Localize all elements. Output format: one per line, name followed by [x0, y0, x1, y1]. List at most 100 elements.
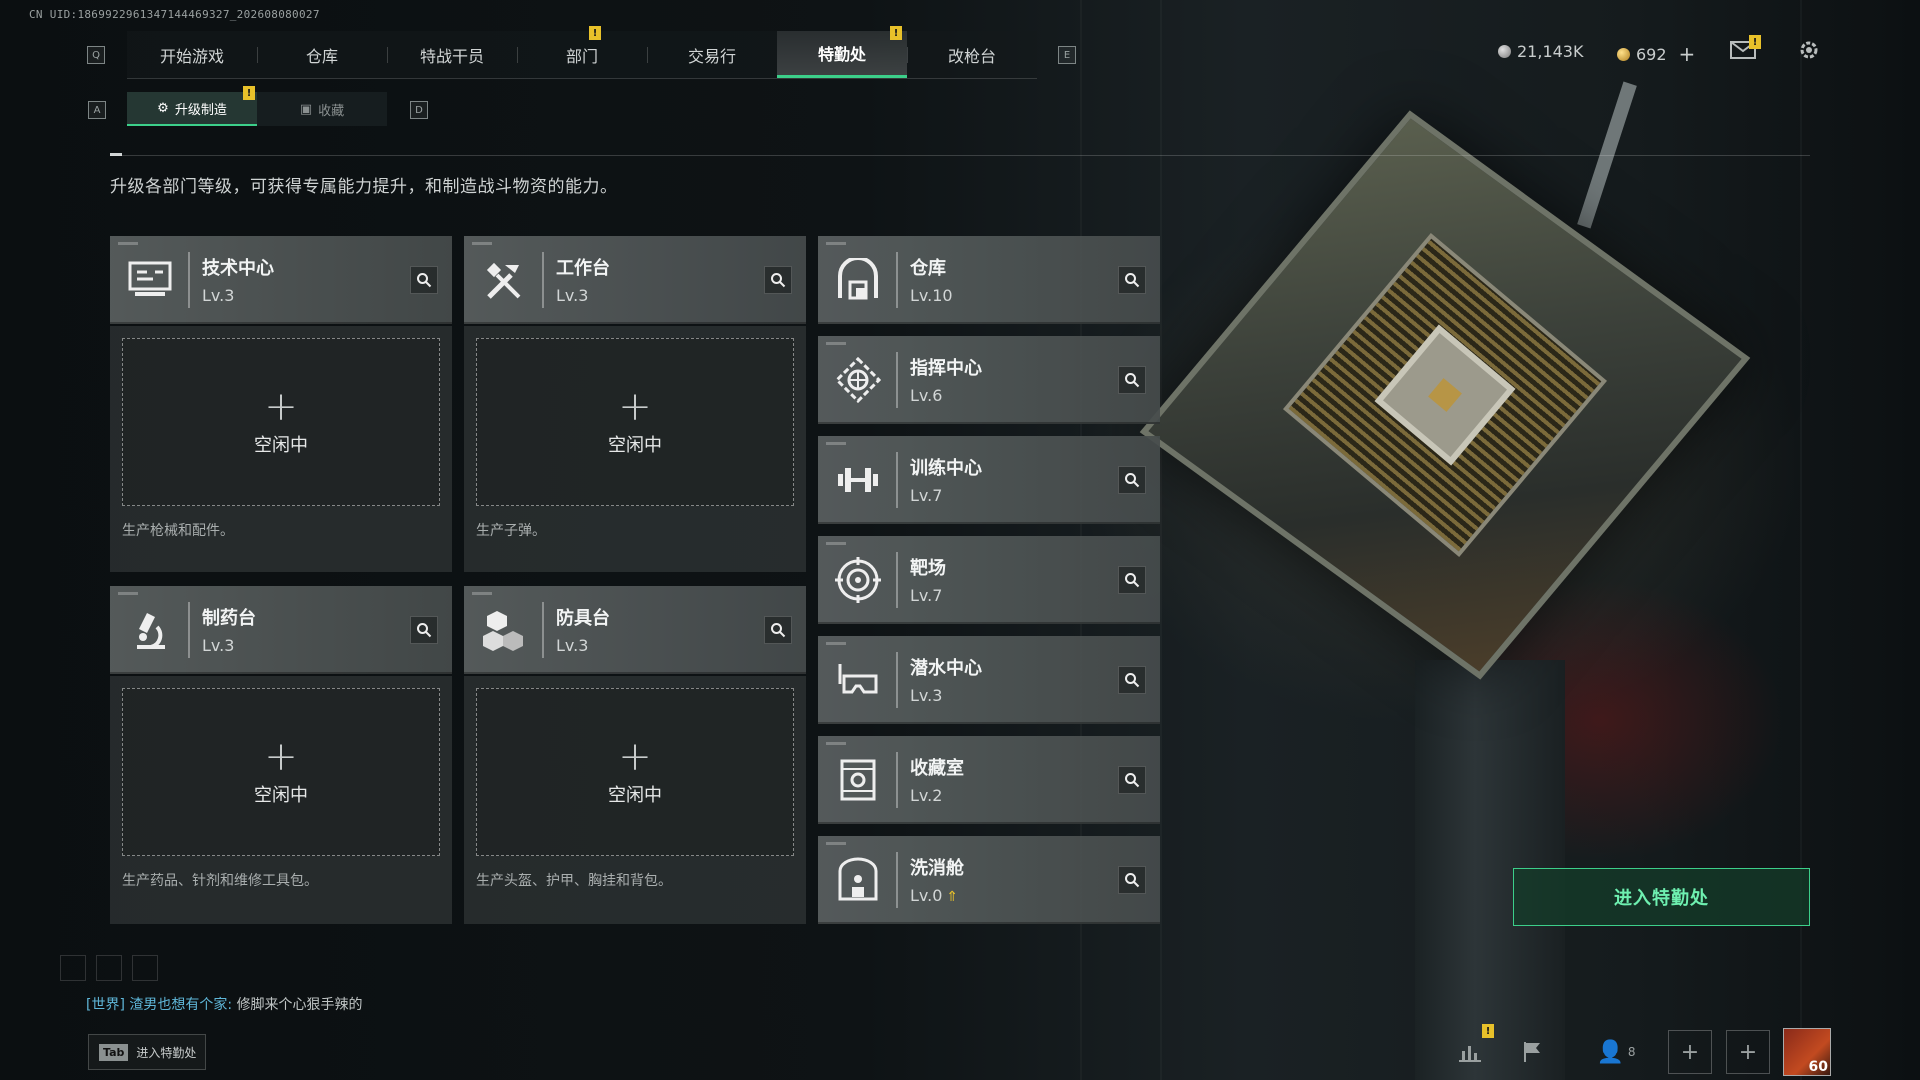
- search-icon[interactable]: [764, 616, 792, 644]
- empty-slot[interactable]: + 空闲中: [122, 338, 440, 506]
- production-panel: + 空闲中 生产头盔、护甲、胸挂和背包。: [464, 676, 806, 924]
- facility-card-training-center[interactable]: 训练中心 Lv.7: [818, 436, 1160, 524]
- tab-enter-hint[interactable]: Tab 进入特勤处: [88, 1034, 206, 1070]
- intro-text: 升级各部门等级，可获得专属能力提升，和制造战斗物资的能力。: [110, 177, 618, 197]
- search-icon[interactable]: [1118, 866, 1146, 894]
- enter-special-ops-button[interactable]: 进入特勤处: [1513, 868, 1810, 926]
- chat-channel: [世界]: [86, 997, 125, 1013]
- monitor-icon: [124, 254, 176, 306]
- add-team-slot-button[interactable]: +: [1668, 1030, 1712, 1074]
- dept-level: Lv.3: [202, 286, 235, 305]
- facility-card-decon-chamber[interactable]: 洗消舱 Lv.0 ⇑: [818, 836, 1160, 924]
- dept-card-tech-center[interactable]: 技术中心 Lv.3: [110, 236, 452, 324]
- facility-card-warehouse[interactable]: 仓库 Lv.10: [818, 236, 1160, 324]
- facility-name: 训练中心: [910, 458, 982, 479]
- warehouse-icon: [832, 254, 884, 306]
- search-icon[interactable]: [1118, 566, 1146, 594]
- facility-level: Lv.0 ⇑: [910, 886, 959, 905]
- search-icon[interactable]: [764, 266, 792, 294]
- empty-slot[interactable]: + 空闲中: [122, 688, 440, 856]
- main-nav: 开始游戏 仓库 特战干员 部门 ! 交易行 特勤处 ! 改枪台: [127, 26, 1037, 79]
- gear-icon[interactable]: [1795, 38, 1823, 62]
- search-icon[interactable]: [1118, 366, 1146, 394]
- dept-description: 生产药品、针剂和维修工具包。: [122, 873, 318, 889]
- tools-icon: [478, 254, 530, 306]
- friends-count: 8: [1627, 1045, 1636, 1059]
- gold-currency[interactable]: 692 +: [1617, 42, 1695, 66]
- dept-level: Lv.3: [202, 636, 235, 655]
- facility-name: 靶场: [910, 558, 946, 579]
- diving-mask-icon: [832, 654, 884, 706]
- chat-sender[interactable]: 渣男也想有个家:: [129, 997, 232, 1013]
- command-icon: [832, 354, 884, 406]
- dept-card-workbench[interactable]: 工作台 Lv.3: [464, 236, 806, 324]
- facility-level: Lv.6: [910, 386, 943, 405]
- add-team-slot-button[interactable]: +: [1726, 1030, 1770, 1074]
- notification-badge: !: [1749, 35, 1761, 49]
- facility-card-diving-center[interactable]: 潜水中心 Lv.3: [818, 636, 1160, 724]
- collection-icon: [832, 754, 884, 806]
- sub-nav: ⚙ 升级制造 ! ▣ 收藏: [127, 86, 387, 126]
- facility-card-collection-room[interactable]: 收藏室 Lv.2: [818, 736, 1160, 824]
- silver-coin-icon: [1498, 45, 1511, 58]
- dept-level: Lv.3: [556, 286, 589, 305]
- avatar[interactable]: 60: [1783, 1028, 1831, 1076]
- facility-name: 洗消舱: [910, 858, 964, 879]
- search-icon[interactable]: [1118, 666, 1146, 694]
- facility-name: 仓库: [910, 258, 946, 279]
- mail-icon[interactable]: !: [1729, 35, 1761, 62]
- empty-slot[interactable]: + 空闲中: [476, 338, 794, 506]
- dept-card-pharmacy[interactable]: 制药台 Lv.3: [110, 586, 452, 674]
- search-icon[interactable]: [410, 616, 438, 644]
- facility-name: 收藏室: [910, 758, 964, 779]
- subtab-collection[interactable]: ▣ 收藏: [257, 92, 387, 126]
- search-icon[interactable]: [1118, 466, 1146, 494]
- dept-card-armor[interactable]: 防具台 Lv.3: [464, 586, 806, 674]
- facility-card-command-center[interactable]: 指挥中心 Lv.6: [818, 336, 1160, 424]
- dept-name: 防具台: [556, 608, 610, 629]
- subnav-right-key[interactable]: D: [410, 101, 428, 119]
- divider: [110, 155, 1810, 156]
- tab-gunsmith[interactable]: 改枪台: [907, 31, 1037, 78]
- friends-button[interactable]: 👤 8: [1586, 1030, 1646, 1074]
- nav-right-key[interactable]: E: [1058, 46, 1076, 64]
- notification-badge: !: [243, 86, 255, 100]
- tab-hint-label: 进入特勤处: [136, 1045, 197, 1060]
- tab-special-ops[interactable]: 特勤处 !: [777, 26, 907, 78]
- dept-name: 技术中心: [202, 258, 274, 279]
- search-icon[interactable]: [410, 266, 438, 294]
- facility-level: Lv.7: [910, 586, 943, 605]
- production-panel: + 空闲中 生产药品、针剂和维修工具包。: [110, 676, 452, 924]
- slot-status: 空闲中: [608, 435, 662, 456]
- dept-description: 生产头盔、护甲、胸挂和背包。: [476, 873, 672, 889]
- uid-label: CN UID:1869922961347144469327_2026080800…: [29, 8, 320, 21]
- tab-trade[interactable]: 交易行: [647, 31, 777, 78]
- empty-slot[interactable]: + 空闲中: [476, 688, 794, 856]
- slot-status: 空闲中: [608, 785, 662, 806]
- facility-level: Lv.3: [910, 686, 943, 705]
- subnav-left-key[interactable]: A: [88, 101, 106, 119]
- tab-start-game[interactable]: 开始游戏: [127, 31, 257, 78]
- add-gold-button[interactable]: +: [1679, 42, 1696, 66]
- subtab-upgrade-craft[interactable]: ⚙ 升级制造 !: [127, 86, 257, 126]
- upgrade-arrow-icon: ⇑: [946, 889, 959, 905]
- tab-warehouse[interactable]: 仓库: [257, 31, 387, 78]
- tab-operators[interactable]: 特战干员: [387, 31, 517, 78]
- tab-department[interactable]: 部门 !: [517, 26, 647, 78]
- search-icon[interactable]: [1118, 766, 1146, 794]
- production-panel: + 空闲中 生产子弹。: [464, 326, 806, 572]
- chat-text: 修脚来个心狠手辣的: [236, 997, 363, 1013]
- facility-name: 潜水中心: [910, 658, 982, 679]
- silver-currency: 21,143K: [1498, 42, 1583, 61]
- chat-message[interactable]: [世界] 渣男也想有个家: 修脚来个心狠手辣的: [86, 994, 363, 1014]
- facility-name: 指挥中心: [910, 358, 982, 379]
- facility-level: Lv.10: [910, 286, 953, 305]
- flag-icon[interactable]: [1510, 1030, 1554, 1074]
- search-icon[interactable]: [1118, 266, 1146, 294]
- nav-left-key[interactable]: Q: [87, 46, 105, 64]
- avatar-level: 60: [1808, 1059, 1828, 1075]
- facility-card-shooting-range[interactable]: 靶场 Lv.7: [818, 536, 1160, 624]
- facility-level: Lv.7: [910, 486, 943, 505]
- stats-icon[interactable]: !: [1448, 1024, 1494, 1074]
- gold-coin-icon: [1617, 47, 1630, 61]
